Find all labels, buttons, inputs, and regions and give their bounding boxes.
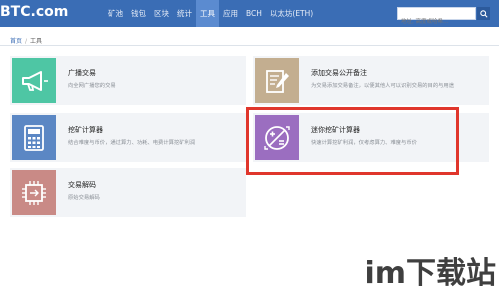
breadcrumb-separator: / [25,38,28,45]
divider [0,45,499,46]
breadcrumb-current: 工具 [30,38,43,45]
note-pencil-icon [266,69,289,93]
tool-icon-tile [255,58,299,103]
search-input[interactable] [398,16,475,28]
tool-icon-tile [12,170,56,215]
nav-item-stats[interactable]: 统计 [173,0,196,27]
highlight-box [246,107,459,175]
decode-chip-icon [22,180,46,205]
breadcrumb-home[interactable]: 首页 [10,38,22,45]
watermark: im下载站 [362,254,498,290]
nav-item-tools[interactable]: 工具 [196,0,219,27]
tool-description: 结合难度与币价，通过算力、功耗、电费计算挖矿利润 [68,140,196,146]
tool-card-broadcast[interactable]: 广播交易 向全网广播您的交易 [10,56,246,105]
main-nav: 矿池 钱包 区块 统计 工具 应用 BCH 以太坊(ETH) [104,0,317,27]
tool-icon-tile [12,115,56,160]
search-button[interactable] [477,7,490,20]
tool-icon-tile [12,58,56,103]
megaphone-icon [22,70,48,91]
tool-title: 添加交易公开备注 [311,69,367,77]
tool-title: 挖矿计算器 [68,126,103,134]
tool-title: 广播交易 [68,69,96,77]
tool-card-add-note[interactable]: 添加交易公开备注 为交易添加交易备注，以便其他人可以识别交易的目的与用途 [253,56,489,105]
tool-description: 原始交易解码 [68,195,100,201]
site-logo[interactable]: BTC.com [0,4,68,20]
top-nav-bar: BTC.com 矿池 钱包 区块 统计 工具 应用 BCH 以太坊(ETH) [0,0,499,28]
breadcrumb: 首页 / 工具 [10,36,42,45]
search-icon [479,9,488,18]
nav-item-blocks[interactable]: 区块 [150,0,173,27]
tool-card-mining-calculator[interactable]: 挖矿计算器 结合难度与币价，通过算力、功耗、电费计算挖矿利润 [10,113,246,162]
nav-item-eth[interactable]: 以太坊(ETH) [266,0,317,27]
nav-item-bch[interactable]: BCH [242,0,266,27]
nav-item-wallet[interactable]: 钱包 [127,0,150,27]
watermark-text: im下载站 [364,256,496,290]
nav-item-pool[interactable]: 矿池 [104,0,127,27]
tool-description: 向全网广播您的交易 [68,83,116,89]
search-box [397,7,476,28]
tool-description: 为交易添加交易备注，以便其他人可以识别交易的目的与用途 [311,83,455,89]
tool-title: 交易解码 [68,181,96,189]
nav-item-apps[interactable]: 应用 [219,0,242,27]
tool-card-decode-transaction[interactable]: 交易解码 原始交易解码 [10,168,246,217]
calculator-icon [24,124,44,151]
